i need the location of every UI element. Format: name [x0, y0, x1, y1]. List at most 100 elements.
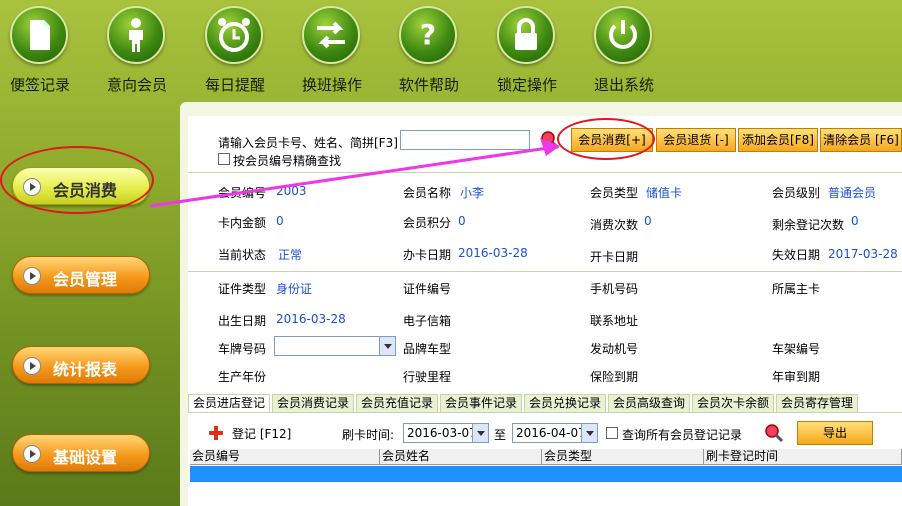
insurance-label: 保险到期 — [590, 370, 639, 384]
tab-card-balance[interactable]: 会员次卡余额 — [692, 394, 775, 412]
tab-visit-register[interactable]: 会员进店登记 — [188, 394, 271, 412]
expire-value: 2017-03-28 — [828, 247, 898, 261]
search-icon[interactable] — [764, 423, 784, 443]
clear-member-button[interactable]: 清除会员 [F6] — [820, 128, 902, 152]
email-label: 电子信箱 — [403, 314, 452, 328]
column-header[interactable]: 会员类型 — [542, 449, 704, 465]
main-toolbar: 便签记录 意向会员 每日提醒 换班操作 ? 软件帮助 锁定操作 退出系统 — [0, 0, 902, 100]
column-header[interactable]: 刷卡登记时间 — [704, 449, 902, 465]
owner-card-label: 所属主卡 — [772, 282, 821, 296]
remaining-label: 剩余登记次数 — [772, 218, 845, 232]
highlight-oval — [557, 118, 655, 160]
chevron-down-icon[interactable] — [581, 424, 597, 442]
chevron-down-icon[interactable] — [472, 424, 488, 442]
expire-label: 失效日期 — [772, 248, 821, 262]
member-id-value: 2003 — [276, 184, 307, 198]
register-button[interactable] — [208, 425, 224, 441]
play-icon — [23, 357, 41, 375]
nav-settings[interactable]: 基础设置 — [12, 434, 150, 472]
toolbar-exit-button[interactable]: 退出系统 — [584, 4, 664, 98]
consume-count-label: 消费次数 — [590, 218, 639, 232]
member-type-value: 储值卡 — [646, 186, 683, 200]
issue-date-label: 办卡日期 — [403, 248, 452, 262]
nav-member-manage[interactable]: 会员管理 — [12, 256, 150, 294]
date-to-value: 2016-04-07 — [516, 426, 586, 440]
tab-storage-manage[interactable]: 会员寄存管理 — [776, 394, 859, 412]
column-header[interactable]: 会员姓名 — [380, 449, 542, 465]
nav-label: 基础设置 — [53, 448, 118, 467]
points-label: 会员积分 — [403, 216, 452, 230]
brand-label: 品牌车型 — [403, 342, 452, 356]
frame-label: 车架编号 — [772, 342, 821, 356]
main-panel: 请输入会员卡号、姓名、简拼[F3] 按会员编号精确查找 会员消费[+] 会员退货… — [180, 102, 902, 506]
visit-register-panel: 登记 [F12] 刷卡时间: 2016-03-07 至 2016-04-07 查… — [188, 412, 902, 506]
date-from-value: 2016-03-07 — [407, 426, 477, 440]
mileage-label: 行驶里程 — [403, 370, 452, 384]
engine-label: 发动机号 — [590, 342, 639, 356]
issue-date-value: 2016-03-28 — [458, 246, 528, 260]
toolbar-lock-button[interactable]: 锁定操作 — [487, 4, 567, 98]
member-name-label: 会员名称 — [403, 186, 452, 200]
toolbar-label: 换班操作 — [301, 76, 362, 94]
year-label: 生产年份 — [218, 370, 267, 384]
toolbar-prospect-button[interactable]: 意向会员 — [97, 4, 177, 98]
column-header[interactable]: 会员编号 — [190, 449, 380, 465]
nav-reports[interactable]: 统计报表 — [12, 346, 150, 384]
register-table-header: 会员编号 会员姓名 会员类型 刷卡登记时间 — [190, 449, 902, 465]
table-row[interactable] — [190, 466, 902, 482]
to-label: 至 — [494, 428, 507, 442]
chevron-down-icon[interactable] — [379, 337, 395, 355]
play-icon — [23, 445, 41, 463]
toolbar-label: 每日提醒 — [204, 76, 265, 94]
record-tabs: 会员进店登记 会员消费记录 会员充值记录 会员事件记录 会员兑换记录 会员高级查… — [188, 392, 902, 412]
swap-arrows-icon — [302, 6, 360, 64]
balance-value: 0 — [276, 214, 284, 228]
cert-no-label: 证件编号 — [403, 282, 452, 296]
toolbar-label: 意向会员 — [106, 76, 167, 94]
alarm-clock-icon — [205, 6, 263, 64]
tab-exchange-records[interactable]: 会员兑换记录 — [524, 394, 607, 412]
member-name-value: 小李 — [460, 186, 485, 200]
exact-search-checkbox[interactable] — [218, 153, 230, 165]
member-return-button[interactable]: 会员退货 [-] — [656, 128, 736, 152]
balance-label: 卡内金额 — [218, 216, 267, 230]
date-from-picker[interactable]: 2016-03-07 — [403, 423, 489, 443]
plate-select[interactable] — [274, 336, 396, 356]
plus-icon — [208, 425, 224, 441]
toolbar-label: 锁定操作 — [496, 76, 557, 94]
search-input[interactable] — [400, 130, 530, 150]
tab-event-records[interactable]: 会员事件记录 — [440, 394, 523, 412]
tab-advanced-query[interactable]: 会员高级查询 — [608, 394, 691, 412]
add-member-button[interactable]: 添加会员[F8] — [738, 128, 818, 152]
query-all-checkbox[interactable] — [606, 427, 618, 439]
member-level-label: 会员级别 — [772, 186, 821, 200]
toolbar-help-button[interactable]: ? 软件帮助 — [389, 4, 469, 98]
date-to-picker[interactable]: 2016-04-07 — [512, 423, 598, 443]
swipe-time-label: 刷卡时间: — [342, 428, 395, 442]
toolbar-label: 软件帮助 — [398, 76, 459, 94]
open-date-label: 开卡日期 — [590, 250, 639, 264]
toolbar-shift-button[interactable]: 换班操作 — [292, 4, 372, 98]
toolbar-note-button[interactable]: 便签记录 — [0, 4, 80, 98]
search-prompt: 请输入会员卡号、姓名、简拼[F3] — [218, 136, 398, 150]
nav-label: 会员管理 — [53, 270, 118, 289]
export-button[interactable]: 导出 — [797, 421, 873, 445]
tab-consume-records[interactable]: 会员消费记录 — [272, 394, 355, 412]
divider — [188, 271, 902, 272]
toolbar-label: 退出系统 — [593, 76, 654, 94]
highlight-oval — [0, 146, 154, 214]
inspect-label: 年审到期 — [772, 370, 821, 384]
cert-type-label: 证件类型 — [218, 282, 267, 296]
question-icon: ? — [399, 6, 457, 64]
exact-search-label: 按会员编号精确查找 — [233, 154, 342, 168]
member-type-label: 会员类型 — [590, 186, 639, 200]
register-label[interactable]: 登记 [F12] — [232, 425, 291, 442]
tab-recharge-records[interactable]: 会员充值记录 — [356, 394, 439, 412]
member-id-label: 会员编号 — [218, 186, 267, 200]
nav-label: 统计报表 — [53, 360, 118, 379]
status-value: 正常 — [278, 248, 303, 262]
status-label: 当前状态 — [218, 248, 267, 262]
toolbar-label: 便签记录 — [9, 76, 70, 94]
phone-label: 手机号码 — [590, 282, 639, 296]
toolbar-reminder-button[interactable]: 每日提醒 — [195, 4, 275, 98]
